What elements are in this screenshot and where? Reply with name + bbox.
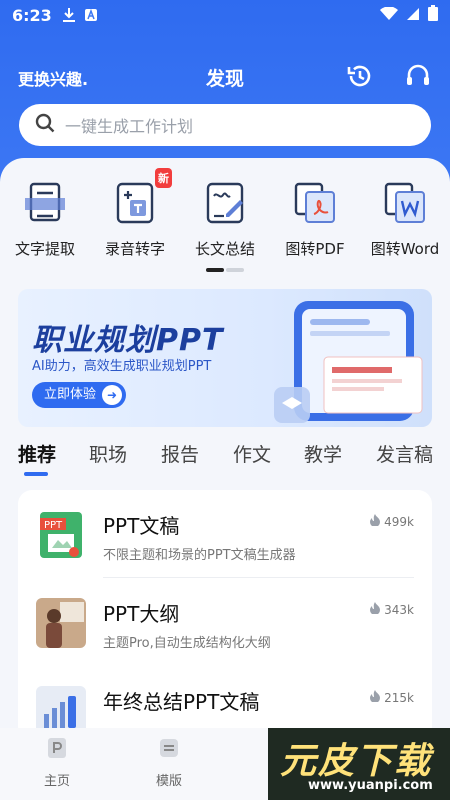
signal-icon	[406, 6, 420, 25]
tool-label: 图转Word	[370, 240, 440, 258]
top-header: 更换兴趣. 发现	[0, 56, 450, 96]
history-icon[interactable]	[346, 62, 374, 90]
list-item[interactable]: PPT大纲 主题Pro,自动生成结构化大纲 343k	[18, 578, 432, 666]
try-now-button[interactable]: 立即体验 ➜	[32, 382, 127, 408]
tool-audio-to-text[interactable]: 新 录音转字	[90, 168, 180, 259]
nav-templates[interactable]: 模版	[129, 736, 209, 789]
tab-report[interactable]: 报告	[161, 440, 199, 467]
tool-long-summary[interactable]: 长文总结	[180, 180, 270, 259]
indicator-inactive	[226, 268, 244, 272]
item-description: 不限主题和场景的PPT文稿生成器	[103, 548, 296, 563]
site-watermark: 元皮下载 www.yuanpi.com	[268, 728, 450, 800]
usage-count: 499k	[370, 514, 414, 529]
indicator-active	[206, 268, 224, 272]
page-title: 发现	[205, 68, 244, 90]
templates-icon	[157, 736, 181, 760]
long-summary-icon	[202, 180, 248, 226]
image-to-pdf-icon	[292, 180, 338, 226]
tab-teaching[interactable]: 教学	[304, 440, 342, 467]
flame-icon	[370, 514, 381, 529]
tab-workplace[interactable]: 职场	[89, 440, 127, 467]
download-icon	[62, 7, 76, 23]
count-value: 499k	[384, 514, 414, 529]
battery-icon	[428, 5, 438, 25]
tool-label: 图转PDF	[285, 240, 345, 258]
tab-essay[interactable]: 作文	[233, 440, 271, 467]
usage-count: 343k	[370, 602, 414, 617]
new-badge: 新	[155, 168, 172, 188]
banner-subtitle: AI助力，高效生成职业规划PPT	[32, 359, 212, 374]
try-now-label: 立即体验	[44, 387, 97, 402]
svg-text:PPT: PPT	[44, 520, 63, 531]
usage-count: 215k	[370, 690, 414, 705]
search-bar[interactable]: 一键生成工作计划	[19, 104, 431, 146]
status-time: 6:23	[12, 5, 52, 25]
nav-label: 主页	[43, 774, 70, 789]
tab-speech[interactable]: 发言稿	[376, 440, 433, 467]
tool-image-to-word[interactable]: 图转Word	[360, 180, 450, 259]
item-title: PPT文稿	[103, 514, 180, 538]
tab-recommend[interactable]: 推荐	[18, 440, 56, 467]
template-list-card: PPT PPT文稿 不限主题和场景的PPT文稿生成器 499k PPT大纲 主题…	[18, 490, 432, 740]
tool-image-to-pdf[interactable]: 图转PDF	[270, 180, 360, 259]
banner-illustration	[274, 301, 423, 423]
list-item[interactable]: PPT PPT文稿 不限主题和场景的PPT文稿生成器 499k	[18, 490, 432, 578]
ppt-file-icon: PPT	[36, 510, 86, 560]
search-icon	[35, 113, 55, 137]
watermark-url: www.yuanpi.com	[308, 778, 433, 793]
app-notification-icon	[84, 8, 98, 22]
tool-label: 文字提取	[14, 240, 75, 258]
nav-home[interactable]: 主页	[17, 736, 97, 789]
wifi-icon	[380, 5, 398, 25]
tool-label: 长文总结	[194, 240, 255, 258]
nav-label: 模版	[155, 774, 182, 789]
arrow-right-icon: ➜	[102, 385, 123, 405]
promo-banner[interactable]: 职业规划PPT AI助力，高效生成职业规划PPT 立即体验 ➜	[18, 289, 432, 427]
item-title: PPT大纲	[103, 602, 180, 626]
flame-icon	[370, 602, 381, 617]
status-bar: 6:23	[0, 0, 450, 30]
count-value: 215k	[384, 690, 414, 705]
tool-grid: 文字提取 新 录音转字 长文总结 图转PDF 图转Word	[0, 168, 450, 270]
banner-title: 职业规划PPT	[32, 323, 224, 358]
watermark-logo-text: 元皮下载	[280, 741, 433, 782]
home-icon	[45, 736, 69, 760]
count-value: 343k	[384, 602, 414, 617]
item-description: 主题Pro,自动生成结构化大纲	[103, 636, 271, 651]
image-to-word-icon	[382, 180, 428, 226]
active-tab-indicator	[24, 472, 48, 476]
headset-support-icon[interactable]	[404, 62, 432, 90]
tool-label: 录音转字	[104, 240, 165, 258]
tool-page-indicator	[206, 268, 244, 272]
audio-to-text-icon: 新	[112, 168, 172, 226]
tool-text-extract[interactable]: 文字提取	[0, 180, 90, 259]
text-extract-icon	[22, 180, 68, 226]
category-tabs: 推荐 职场 报告 作文 教学 发言稿	[0, 440, 450, 480]
item-title: 年终总结PPT文稿	[103, 690, 260, 714]
search-placeholder: 一键生成工作计划	[65, 117, 194, 136]
presentation-photo	[36, 598, 86, 648]
flame-icon	[370, 690, 381, 705]
